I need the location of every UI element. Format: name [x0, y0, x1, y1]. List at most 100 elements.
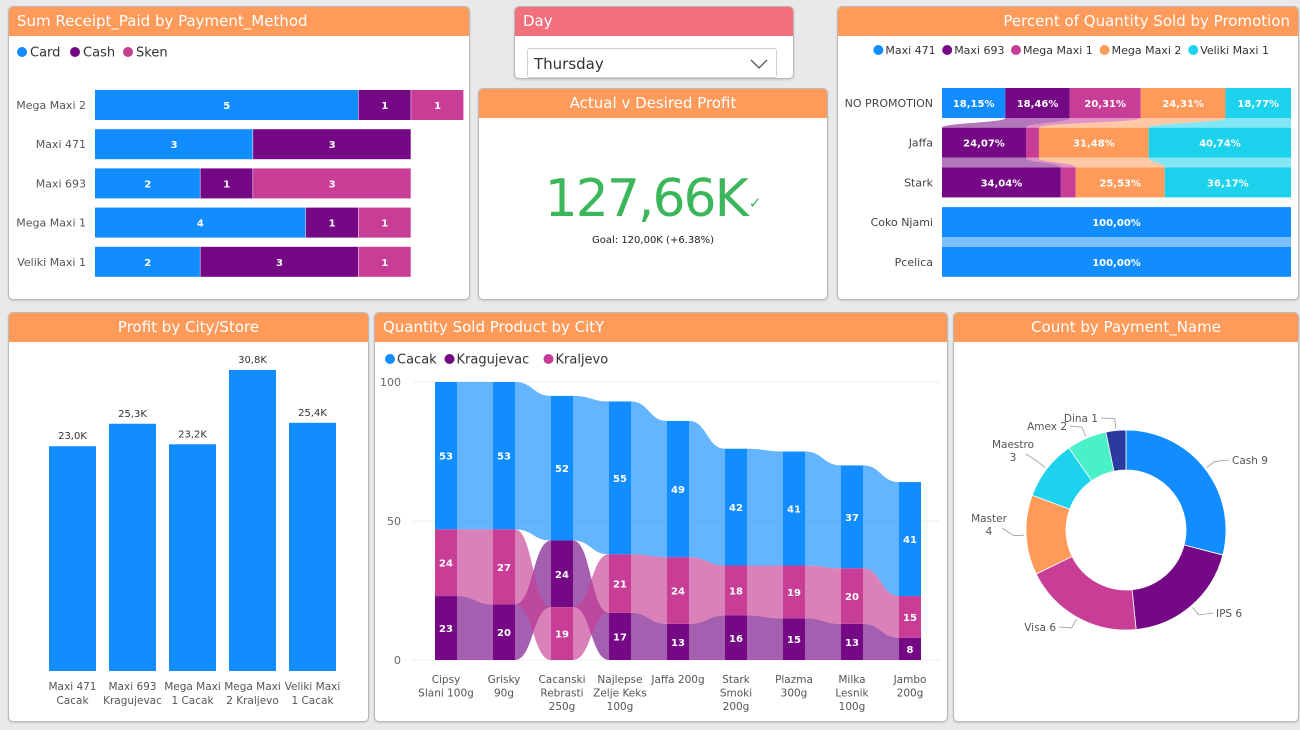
ribbon [689, 557, 725, 624]
ribbon [747, 448, 783, 566]
data-label: 100,00% [1092, 218, 1141, 229]
data-label: 49 [671, 485, 685, 496]
y-tick-label: 100 [380, 376, 401, 389]
data-label: 5 [223, 101, 230, 112]
ribbon [747, 565, 783, 619]
checkmark-icon: ✓ [748, 194, 762, 212]
ribbon [747, 615, 783, 660]
data-label: 3 [276, 258, 283, 269]
legend-marker [17, 47, 27, 57]
data-label: 2 [144, 258, 151, 269]
qty-chart: Cacak Kragujevac Kraljevo 0 50 100 53 23 24 53 20 2… [380, 353, 940, 713]
legend-marker [123, 47, 133, 57]
category-label: Mega Maxi 2 Kraljevo [224, 681, 281, 707]
data-label: 18,77% [1237, 99, 1279, 110]
data-label: 15 [787, 635, 801, 646]
ribbon [457, 596, 493, 660]
data-label: 100,00% [1092, 258, 1141, 269]
data-label: 34,04% [981, 178, 1023, 189]
category-label: Cipsy Slani 100g [418, 674, 474, 700]
profit-bar [169, 444, 216, 671]
data-label: 27 [497, 563, 511, 574]
day-title: Day [515, 7, 793, 36]
profit-bar [49, 446, 96, 671]
legend-marker [873, 45, 884, 55]
ribbon [515, 382, 551, 541]
promo-chart: Maxi 471 Maxi 693 Mega Maxi 1 Mega Maxi 2 Ve… [845, 44, 1291, 277]
leader-line [1206, 459, 1230, 468]
data-label: 18,46% [1017, 99, 1059, 110]
category-label: Cacanski Rebrasti 250g [538, 674, 585, 713]
category-label: Coko Njami [871, 216, 933, 229]
data-label: 53 [439, 452, 453, 463]
profit-bar [289, 422, 336, 671]
legend-marker [70, 47, 80, 57]
data-label: 41 [787, 504, 801, 515]
data-label: 8 [907, 645, 914, 656]
legend-label: Sken [136, 46, 168, 61]
data-label: 1 [329, 219, 336, 230]
ribbon [805, 618, 841, 660]
slice-label: Cash 9 [1232, 455, 1268, 467]
ribbon [457, 529, 493, 605]
ribbon [457, 382, 493, 530]
data-label: 23,2K [178, 429, 207, 440]
data-label: 25,3K [118, 409, 147, 420]
category-label: Pcelica [895, 256, 933, 269]
category-label: Milka Lesnik 100g [835, 674, 869, 713]
data-label: 52 [555, 464, 569, 475]
category-label: Maxi 693 Kragujevac [103, 681, 162, 707]
legend-marker [1188, 45, 1199, 55]
bar-segment [1060, 167, 1076, 198]
data-label: 42 [729, 503, 743, 514]
legend-label: Mega Maxi 2 [1112, 44, 1182, 57]
data-label: 18 [729, 587, 743, 598]
category-label: Mega Maxi 1 [16, 217, 86, 230]
category-label: Jaffa [908, 137, 933, 150]
legend-marker [543, 354, 554, 364]
category-label: Mega Maxi 1 Cacak [164, 681, 221, 707]
slice-label: Amex 2 [1027, 421, 1067, 433]
donut-slice [1131, 544, 1224, 630]
slice-label: Dina 1 [1064, 413, 1098, 425]
receipt-chart: Card Cash Sken Mega Maxi 2 5 1 1 Maxi 471 3 3 Maxi… [16, 46, 464, 277]
leader-line [1001, 527, 1025, 537]
bar-segment [1026, 127, 1039, 158]
chevron-down-icon[interactable] [750, 58, 768, 70]
data-label: 25,4K [298, 408, 327, 419]
data-label: 30,8K [238, 355, 267, 366]
ribbon [805, 451, 841, 569]
category-label: Maxi 471 Cacak [48, 681, 96, 707]
data-label: 41 [903, 535, 917, 546]
data-label: 24 [555, 570, 569, 581]
data-label: 3 [329, 179, 336, 190]
data-label: 19 [555, 630, 569, 641]
leader-line [1100, 417, 1117, 429]
category-label: Grisky 90g [488, 674, 521, 700]
data-label: 18,15% [953, 99, 995, 110]
legend-label: Kragujevac [457, 353, 530, 368]
category-label: Maxi 471 [36, 138, 86, 151]
legend-label: Kraljevo [556, 353, 609, 368]
day-selected-value: Thursday [534, 55, 604, 73]
legend-label: Cash [83, 46, 115, 61]
legend-label: Maxi 471 [885, 44, 935, 57]
day-dropdown[interactable]: Thursday [527, 48, 777, 78]
data-label: 13 [671, 638, 685, 649]
profit-bar [109, 423, 156, 671]
data-label: 3 [171, 140, 178, 151]
kpi-value-row: 127,66K ✓ [479, 169, 827, 229]
legend-label: Cacak [397, 353, 437, 368]
data-label: 20 [845, 592, 859, 603]
data-label: 1 [381, 219, 388, 230]
slice-label: Maestro 3 [992, 439, 1034, 464]
slice-label: Visa 6 [1024, 622, 1056, 634]
data-label: 19 [787, 588, 801, 599]
day-slicer-panel: Day Thursday [514, 6, 794, 79]
data-label: 37 [845, 513, 859, 524]
legend-marker [1011, 45, 1021, 55]
data-label: 24 [671, 587, 685, 598]
legend-label: Card [30, 46, 60, 61]
data-label: 4 [197, 219, 204, 230]
ribbon [1148, 157, 1291, 168]
